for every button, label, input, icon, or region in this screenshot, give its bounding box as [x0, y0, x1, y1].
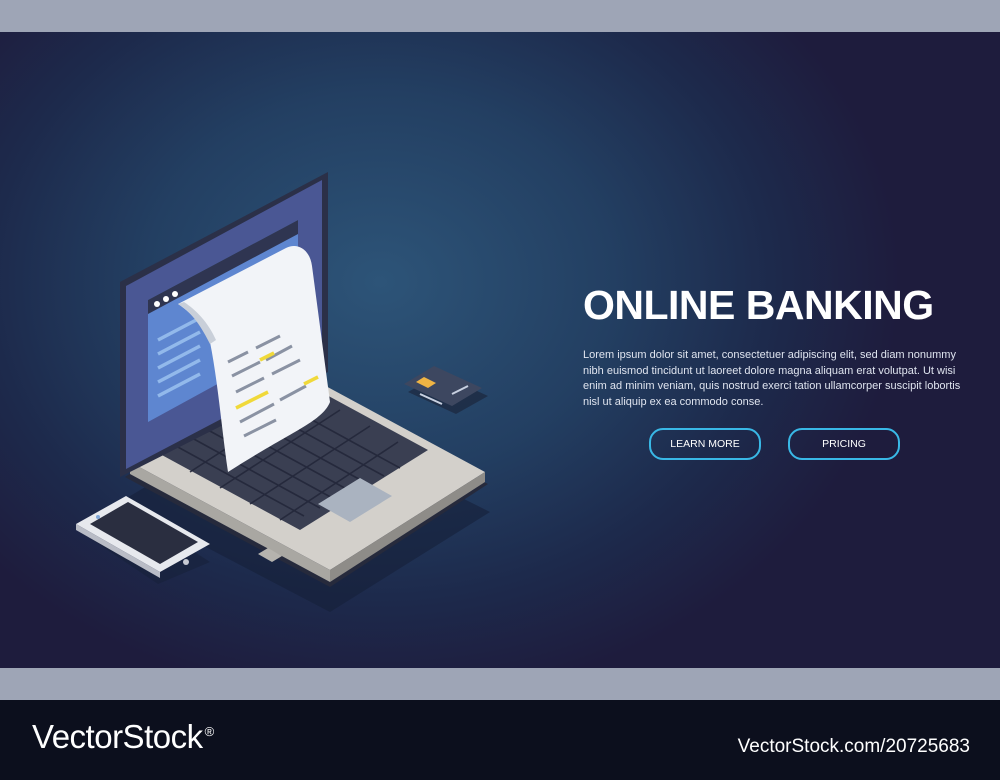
footer: VectorStock ® VectorStock.com/20725683 — [0, 700, 1000, 780]
credit-card — [404, 366, 488, 414]
bottom-band — [0, 668, 1000, 700]
brand-name: VectorStock — [32, 718, 203, 755]
learn-more-button[interactable]: LEARN MORE — [649, 428, 761, 460]
brand-logo: VectorStock ® — [32, 718, 214, 756]
description-text: Lorem ipsum dolor sit amet, consectetuer… — [583, 349, 961, 408]
stock-id: VectorStock.com/20725683 — [737, 736, 970, 757]
registered-mark: ® — [204, 724, 215, 739]
top-band — [0, 0, 1000, 32]
laptop-receipt-illustration — [76, 172, 490, 612]
page-title: ONLINE BANKING — [583, 282, 934, 328]
pricing-button[interactable]: PRICING — [788, 428, 900, 460]
hero-banner: ONLINE BANKING Lorem ipsum dolor sit ame… — [0, 32, 1000, 668]
